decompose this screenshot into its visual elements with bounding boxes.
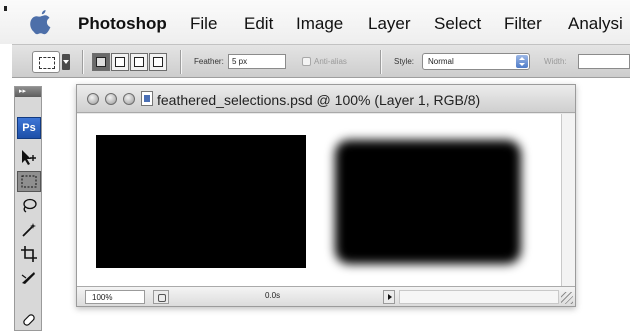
- document-window: feathered_selections.psd @ 100% (Layer 1…: [76, 84, 576, 307]
- toolbox: ▸▸ Ps: [14, 86, 42, 331]
- menu-file[interactable]: File: [190, 14, 217, 34]
- document-title-bar[interactable]: feathered_selections.psd @ 100% (Layer 1…: [77, 85, 575, 113]
- subtract-from-selection-icon[interactable]: [130, 53, 148, 71]
- menu-bar: Photoshop File Edit Image Layer Select F…: [0, 0, 630, 44]
- feathered-black-rectangle: [335, 140, 521, 264]
- healing-brush-tool[interactable]: [17, 309, 41, 330]
- style-select[interactable]: Normal: [422, 53, 530, 70]
- rectangular-marquee-preset-icon: [32, 51, 60, 73]
- style-label: Style:: [394, 57, 415, 66]
- slice-tool[interactable]: [17, 267, 41, 288]
- vertical-scrollbar[interactable]: [561, 114, 575, 286]
- document-status-bar: 100% 0.0s: [77, 286, 575, 306]
- slice-knife-icon: [21, 272, 35, 284]
- menu-image[interactable]: Image: [296, 14, 343, 34]
- close-window-icon[interactable]: [87, 93, 99, 105]
- intersect-selection-icon[interactable]: [149, 53, 167, 71]
- bandage-icon: [23, 314, 35, 326]
- timing-readout: 0.0s: [265, 291, 281, 300]
- lasso-tool[interactable]: [17, 195, 41, 216]
- options-bar: Feather: 5 px Anti-alias Style: Normal W…: [12, 44, 630, 78]
- width-input[interactable]: [578, 54, 630, 69]
- move-tool[interactable]: [17, 147, 41, 168]
- zoom-window-icon[interactable]: [123, 93, 135, 105]
- new-selection-icon[interactable]: [92, 53, 110, 71]
- document-proxy-icon[interactable]: [141, 91, 153, 106]
- menu-filter[interactable]: Filter: [504, 14, 542, 34]
- minimize-window-icon[interactable]: [105, 93, 117, 105]
- menu-analysis[interactable]: Analysi: [568, 14, 623, 34]
- window-corner-mark: [4, 6, 7, 11]
- selection-mode-group: [92, 53, 168, 71]
- crop-tool[interactable]: [17, 243, 41, 264]
- ps-logo[interactable]: Ps: [17, 117, 41, 139]
- feather-input[interactable]: 5 px: [228, 54, 286, 69]
- preset-dropdown-arrow-icon[interactable]: [62, 54, 70, 70]
- resize-grip-icon[interactable]: [561, 292, 573, 304]
- move-tool-icon: [22, 150, 36, 165]
- document-title: feathered_selections.psd @ 100% (Layer 1…: [157, 92, 481, 108]
- document-canvas[interactable]: [77, 114, 561, 286]
- style-select-chevron-icon: [516, 55, 528, 68]
- status-menu-arrow-icon[interactable]: [383, 290, 395, 304]
- zoom-level-field[interactable]: 100%: [85, 290, 145, 304]
- apple-menu-icon[interactable]: [30, 10, 52, 36]
- menu-app-photoshop[interactable]: Photoshop: [78, 14, 167, 34]
- menu-layer[interactable]: Layer: [368, 14, 411, 34]
- feather-label: Feather:: [194, 57, 224, 66]
- sharp-black-rectangle: [96, 135, 306, 268]
- rectangular-marquee-icon: [21, 175, 37, 188]
- width-label: Width:: [544, 57, 567, 66]
- menu-edit[interactable]: Edit: [244, 14, 273, 34]
- magic-wand-icon: [22, 223, 36, 237]
- options-divider: [82, 50, 83, 74]
- options-divider: [180, 50, 181, 74]
- tool-preset-picker[interactable]: [32, 51, 70, 73]
- photoshop-screen: Photoshop File Edit Image Layer Select F…: [0, 0, 630, 331]
- lasso-icon: [23, 198, 37, 213]
- crop-icon: [21, 246, 37, 262]
- magic-wand-tool[interactable]: [17, 219, 41, 240]
- document-info-icon[interactable]: [153, 290, 169, 304]
- add-to-selection-icon[interactable]: [111, 53, 129, 71]
- style-select-value: Normal: [428, 57, 454, 66]
- toolbox-grip[interactable]: ▸▸: [15, 87, 41, 97]
- menu-select[interactable]: Select: [434, 14, 481, 34]
- horizontal-scrollbar[interactable]: [399, 290, 559, 304]
- marquee-tool[interactable]: [17, 171, 41, 192]
- anti-alias-label: Anti-alias: [314, 57, 347, 66]
- options-divider: [380, 50, 381, 74]
- anti-alias-checkbox[interactable]: [302, 57, 311, 66]
